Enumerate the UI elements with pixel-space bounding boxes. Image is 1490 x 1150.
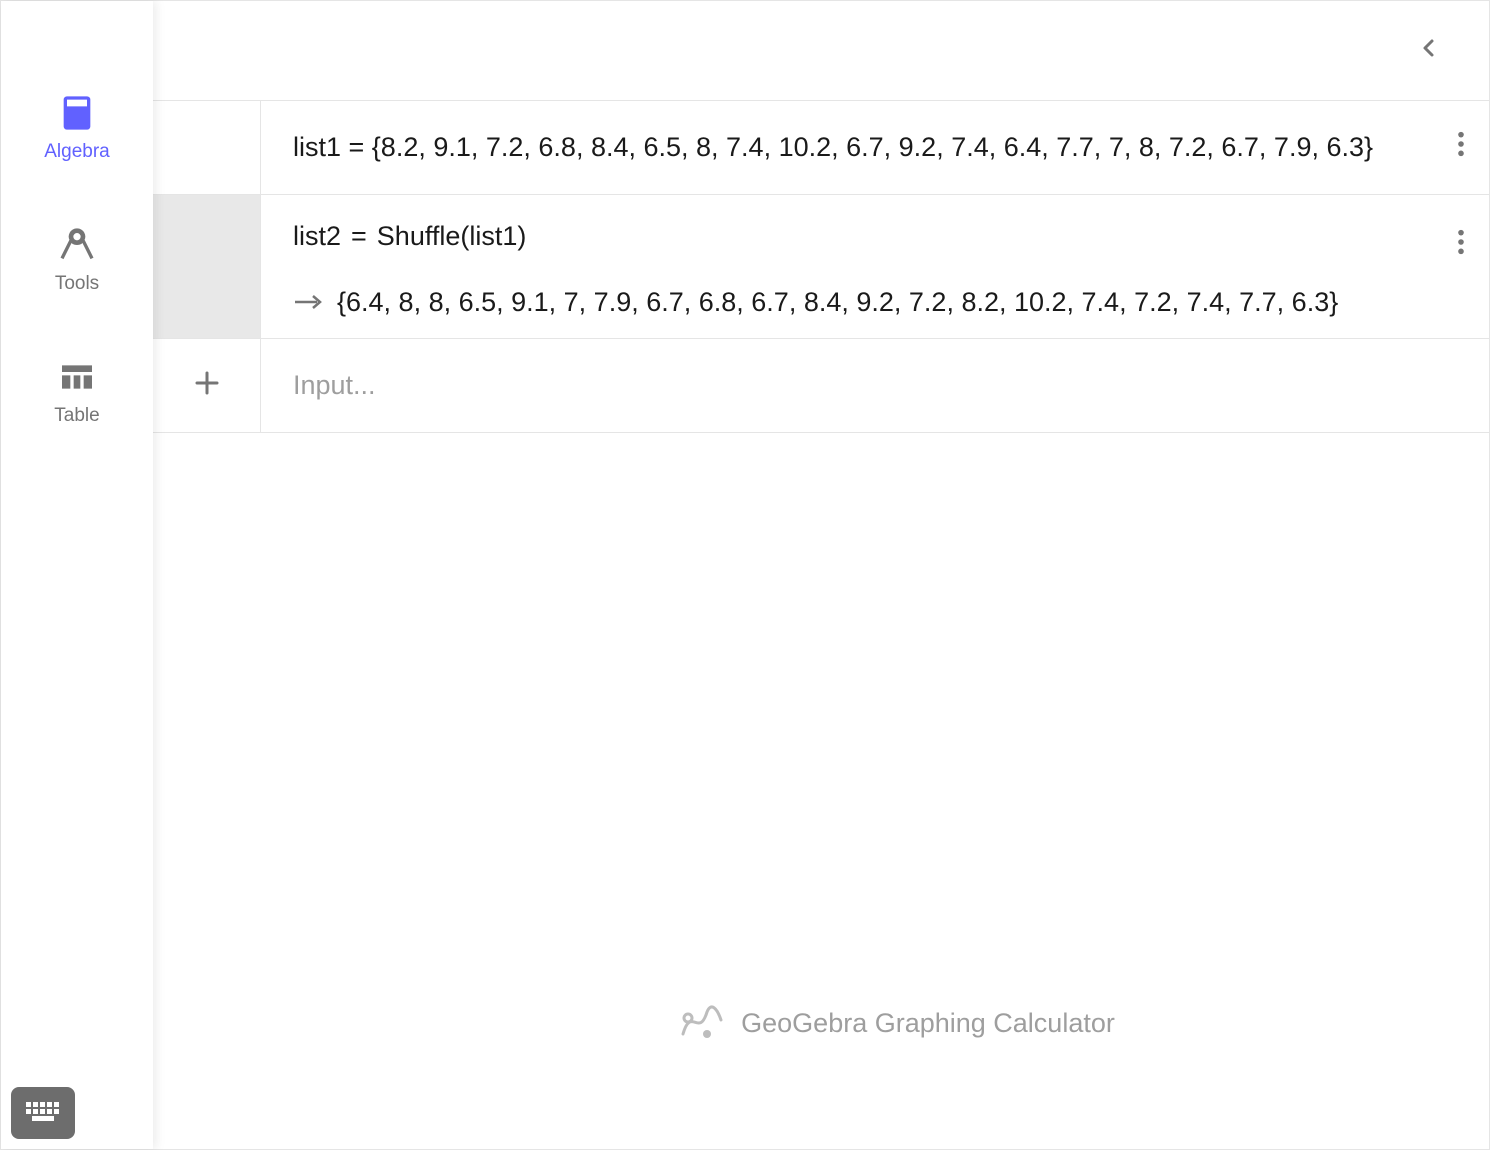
row-handle[interactable] xyxy=(153,101,261,194)
sidebar-item-label: Tools xyxy=(55,273,99,295)
sidebar-item-table[interactable]: Table xyxy=(1,325,153,457)
sidebar-item-algebra[interactable]: Algebra xyxy=(1,61,153,193)
row-content[interactable]: list2=Shuffle(list1) {6.4, 8, 8, 6.5, 9.… xyxy=(261,195,1489,338)
expression-text: list2=Shuffle(list1) xyxy=(293,215,1459,258)
calculator-icon xyxy=(55,91,99,135)
row-content[interactable]: list1 = {8.2, 9.1, 7.2, 6.8, 8.4, 6.5, 8… xyxy=(261,101,1489,194)
sidebar-item-label: Table xyxy=(54,405,99,427)
plus-icon xyxy=(192,368,222,403)
expression-text: list1 = {8.2, 9.1, 7.2, 6.8, 8.4, 6.5, 8… xyxy=(293,126,1459,169)
table-icon xyxy=(55,355,99,399)
keyboard-toggle-button[interactable] xyxy=(11,1087,75,1139)
input-row xyxy=(153,339,1489,433)
algebra-row[interactable]: list2=Shuffle(list1) {6.4, 8, 8, 6.5, 9.… xyxy=(153,195,1489,339)
main-panel: list1 = {8.2, 9.1, 7.2, 6.8, 8.4, 6.5, 8… xyxy=(153,1,1489,1149)
output-value: {6.4, 8, 8, 6.5, 9.1, 7, 7.9, 6.7, 6.8, … xyxy=(337,287,1338,318)
output-line: {6.4, 8, 8, 6.5, 9.1, 7, 7.9, 6.7, 6.8, … xyxy=(293,286,1459,318)
keyboard-icon xyxy=(22,1097,64,1130)
expr-rhs: Shuffle(list1) xyxy=(377,221,527,251)
sidebar: Algebra Tools Table xyxy=(1,1,153,1149)
topbar xyxy=(153,1,1489,101)
footer-watermark: GeoGebra Graphing Calculator xyxy=(305,998,1489,1049)
input-cell[interactable] xyxy=(261,339,1489,432)
sidebar-item-tools[interactable]: Tools xyxy=(1,193,153,325)
footer-title: GeoGebra Graphing Calculator xyxy=(741,1008,1115,1039)
equals-sign: = xyxy=(341,221,377,251)
collapse-button[interactable] xyxy=(1409,31,1449,71)
row-handle[interactable] xyxy=(153,195,261,338)
chevron-left-icon xyxy=(1417,36,1441,65)
graph-logo-icon xyxy=(679,998,723,1049)
algebra-row[interactable]: list1 = {8.2, 9.1, 7.2, 6.8, 8.4, 6.5, 8… xyxy=(153,101,1489,195)
add-row-button[interactable] xyxy=(153,339,261,432)
row-more-button[interactable] xyxy=(1447,128,1475,168)
output-arrow-icon xyxy=(293,286,323,318)
more-vert-icon xyxy=(1457,130,1465,165)
more-vert-icon xyxy=(1457,228,1465,263)
algebra-input[interactable] xyxy=(293,370,1459,401)
expr-lhs: list2 xyxy=(293,221,341,251)
row-more-button[interactable] xyxy=(1447,225,1475,265)
tools-icon xyxy=(55,223,99,267)
sidebar-item-label: Algebra xyxy=(44,141,110,163)
algebra-rows: list1 = {8.2, 9.1, 7.2, 6.8, 8.4, 6.5, 8… xyxy=(153,101,1489,433)
